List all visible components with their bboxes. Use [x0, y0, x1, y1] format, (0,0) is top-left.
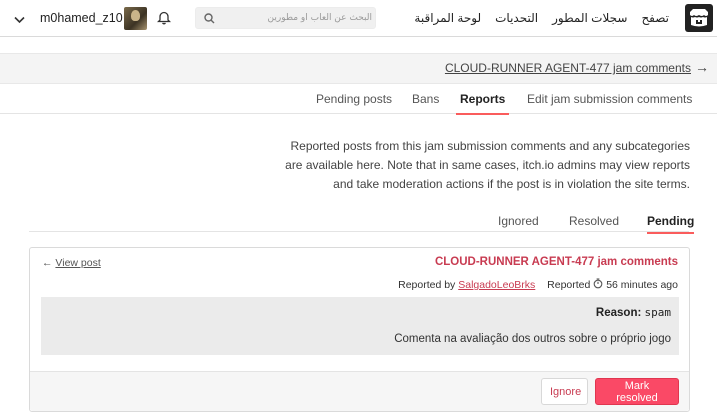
report-filter-tabs: Ignored Resolved Pending [29, 210, 695, 234]
moderation-tabs: Pending posts Bans Reports Edit jam subm… [0, 84, 717, 115]
reported-label: Reported [547, 279, 591, 291]
tab-edit-jam-submission-comments[interactable]: Edit jam submission comments [527, 92, 692, 106]
report-reason-box: Reason: spam Comenta na avaliação dos ou… [41, 297, 679, 355]
ignore-button[interactable]: Ignore [541, 378, 588, 405]
chevron-down-icon[interactable] [14, 13, 25, 27]
report-card: ← View post CLOUD-RUNNER AGENT-477 jam c… [29, 247, 690, 412]
search-input[interactable] [222, 8, 372, 28]
clock-icon [593, 278, 603, 291]
nav-devlogs[interactable]: سجلات المطور [552, 11, 627, 25]
user-avatar[interactable] [124, 7, 147, 30]
breadcrumb-bar: CLOUD-RUNNER AGENT-477 jam comments → [0, 53, 717, 84]
main-nav: تصفح سجلات المطور التحديات لوحة المراقبة [414, 0, 669, 36]
nav-dashboard[interactable]: لوحة المراقبة [414, 11, 481, 25]
reported-comment-text: Comenta na avaliação dos outros sobre o … [394, 333, 671, 345]
arrow-right-icon: → [695, 59, 709, 75]
reports-description: Reported posts from this jam submission … [285, 139, 690, 191]
tab-resolved[interactable]: Resolved [569, 214, 619, 228]
report-title-link[interactable]: CLOUD-RUNNER AGENT-477 jam comments [435, 256, 678, 268]
mark-resolved-button[interactable]: Mark resolved [595, 378, 679, 405]
reporter-link[interactable]: SalgadoLeoBrks [458, 279, 535, 291]
tab-ignored[interactable]: Ignored [498, 214, 539, 228]
view-post-label: View post [55, 257, 101, 269]
notifications-bell-icon[interactable] [156, 10, 172, 28]
search-icon[interactable] [204, 13, 215, 27]
breadcrumb-link[interactable]: CLOUD-RUNNER AGENT-477 jam comments [445, 61, 691, 75]
top-header: تصفح سجلات المطور التحديات لوحة المراقبة… [0, 0, 717, 37]
tab-reports[interactable]: Reports [455, 92, 510, 115]
tab-pending-posts[interactable]: Pending posts [316, 92, 392, 106]
tab-bans[interactable]: Bans [412, 92, 439, 106]
report-reason: Reason: spam [596, 306, 671, 319]
nav-jams[interactable]: التحديات [495, 11, 538, 25]
view-post-link[interactable]: ← View post [42, 257, 101, 269]
arrow-left-icon: ← [42, 257, 53, 269]
reason-label: Reason: [595, 307, 642, 319]
tab-pending[interactable]: Pending [647, 214, 695, 234]
report-time: 56 minutes ago [606, 279, 678, 291]
reason-value: spam [644, 306, 672, 319]
username[interactable]: m0hamed_z10 [40, 11, 123, 25]
report-meta: Reported by SalgadoLeoBrks Reported 56 m… [398, 278, 678, 291]
itchio-logo-icon[interactable] [685, 4, 713, 32]
nav-browse[interactable]: تصفح [641, 11, 669, 25]
reported-by-label: Reported by [398, 279, 456, 291]
search-box [195, 7, 376, 29]
report-actions: Ignore Mark resolved [30, 371, 689, 411]
